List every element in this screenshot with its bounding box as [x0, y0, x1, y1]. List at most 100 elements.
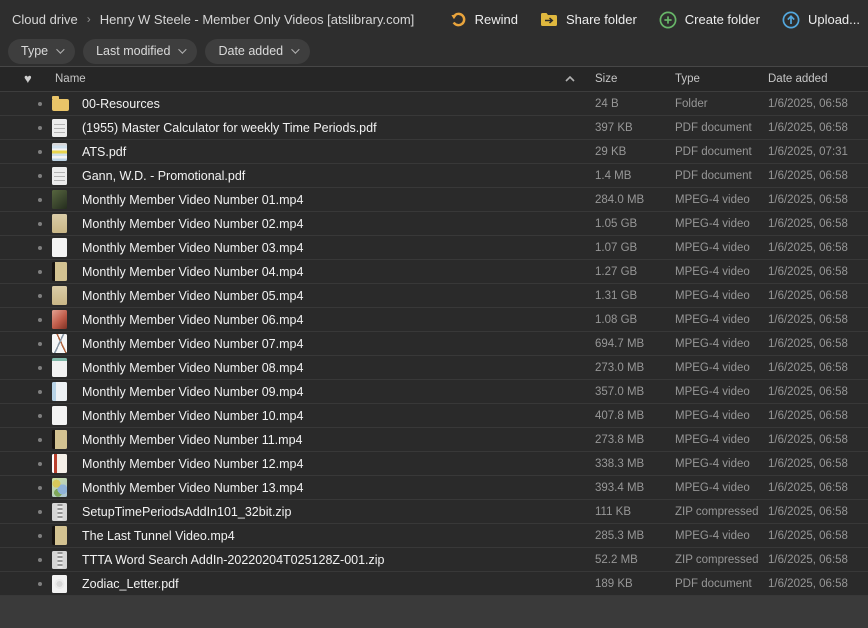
file-date-added: 1/6/2025, 06:58 — [768, 362, 868, 374]
filter-last-modified[interactable]: Last modified — [83, 39, 197, 64]
pdf-stripes-icon — [52, 143, 67, 161]
file-name[interactable]: 00-Resources — [82, 97, 595, 111]
file-type: MPEG-4 video — [675, 386, 768, 398]
row-status-dot-icon — [38, 198, 42, 202]
file-date-added: 1/6/2025, 06:58 — [768, 314, 868, 326]
file-name[interactable]: ATS.pdf — [82, 145, 595, 159]
file-size: 24 B — [595, 98, 675, 110]
file-date-added: 1/6/2025, 06:58 — [768, 170, 868, 182]
breadcrumb-current[interactable]: Henry W Steele - Member Only Videos [ats… — [100, 12, 415, 27]
row-status — [0, 270, 52, 274]
column-header-date-added[interactable]: Date added — [768, 73, 868, 85]
thumb-red-icon — [52, 310, 67, 329]
column-header-type[interactable]: Type — [675, 73, 768, 85]
file-date-added: 1/6/2025, 06:58 — [768, 338, 868, 350]
file-name[interactable]: (1955) Master Calculator for weekly Time… — [82, 121, 595, 135]
file-type: MPEG-4 video — [675, 410, 768, 422]
file-name[interactable]: Monthly Member Video Number 11.mp4 — [82, 433, 595, 447]
file-date-added: 1/6/2025, 06:58 — [768, 290, 868, 302]
chevron-right-icon: › — [87, 12, 91, 26]
file-name[interactable]: TTTA Word Search AddIn-20220204T025128Z-… — [82, 553, 595, 567]
file-name[interactable]: Monthly Member Video Number 12.mp4 — [82, 457, 595, 471]
file-date-added: 1/6/2025, 06:58 — [768, 434, 868, 446]
table-row[interactable]: Monthly Member Video Number 13.mp4 393.4… — [0, 476, 868, 500]
filter-type[interactable]: Type — [8, 39, 75, 64]
chevron-down-icon — [291, 45, 299, 53]
pdf-doc-icon — [52, 167, 67, 185]
thumb-paper-icon — [52, 286, 67, 305]
table-row[interactable]: The Last Tunnel Video.mp4 285.3 MB MPEG-… — [0, 524, 868, 548]
upload-arrow-icon — [782, 11, 800, 29]
file-name[interactable]: Monthly Member Video Number 04.mp4 — [82, 265, 595, 279]
row-status — [0, 342, 52, 346]
column-header-name[interactable]: Name — [55, 73, 565, 85]
table-row[interactable]: Monthly Member Video Number 11.mp4 273.8… — [0, 428, 868, 452]
file-name[interactable]: Monthly Member Video Number 02.mp4 — [82, 217, 595, 231]
filter-date-added-label: Date added — [218, 44, 283, 58]
file-date-added: 1/6/2025, 06:58 — [768, 386, 868, 398]
file-name[interactable]: SetupTimePeriodsAddIn101_32bit.zip — [82, 505, 595, 519]
file-name[interactable]: Gann, W.D. - Promotional.pdf — [82, 169, 595, 183]
file-name[interactable]: Zodiac_Letter.pdf — [82, 577, 595, 591]
table-row[interactable]: Monthly Member Video Number 07.mp4 694.7… — [0, 332, 868, 356]
row-status — [0, 414, 52, 418]
chevron-down-icon — [56, 45, 64, 53]
file-name[interactable]: Monthly Member Video Number 05.mp4 — [82, 289, 595, 303]
file-name[interactable]: Monthly Member Video Number 08.mp4 — [82, 361, 595, 375]
file-size: 1.08 GB — [595, 314, 675, 326]
table-row[interactable]: Monthly Member Video Number 02.mp4 1.05 … — [0, 212, 868, 236]
zip-icon — [52, 551, 67, 569]
file-name[interactable]: Monthly Member Video Number 01.mp4 — [82, 193, 595, 207]
filter-date-added[interactable]: Date added — [205, 39, 310, 64]
file-name[interactable]: Monthly Member Video Number 09.mp4 — [82, 385, 595, 399]
table-row[interactable]: Monthly Member Video Number 04.mp4 1.27 … — [0, 260, 868, 284]
table-row[interactable]: ATS.pdf 29 KB PDF document 1/6/2025, 07:… — [0, 140, 868, 164]
table-row[interactable]: (1955) Master Calculator for weekly Time… — [0, 116, 868, 140]
table-row[interactable]: Monthly Member Video Number 03.mp4 1.07 … — [0, 236, 868, 260]
file-name[interactable]: Monthly Member Video Number 07.mp4 — [82, 337, 595, 351]
file-size: 338.3 MB — [595, 458, 675, 470]
file-type: MPEG-4 video — [675, 242, 768, 254]
row-status-dot-icon — [38, 486, 42, 490]
share-folder-button[interactable]: Share folder — [540, 12, 637, 27]
create-folder-button[interactable]: Create folder — [659, 11, 760, 29]
file-name[interactable]: Monthly Member Video Number 13.mp4 — [82, 481, 595, 495]
file-type: PDF document — [675, 170, 768, 182]
file-name[interactable]: The Last Tunnel Video.mp4 — [82, 529, 595, 543]
file-type: MPEG-4 video — [675, 314, 768, 326]
table-row[interactable]: Monthly Member Video Number 10.mp4 407.8… — [0, 404, 868, 428]
rewind-button[interactable]: Rewind — [450, 11, 518, 28]
table-row[interactable]: Monthly Member Video Number 12.mp4 338.3… — [0, 452, 868, 476]
file-name[interactable]: Monthly Member Video Number 10.mp4 — [82, 409, 595, 423]
sort-ascending-icon[interactable] — [565, 76, 595, 82]
favorite-heart-icon[interactable]: ♥ — [24, 71, 32, 86]
column-header-size[interactable]: Size — [595, 73, 675, 85]
table-row[interactable]: Monthly Member Video Number 01.mp4 284.0… — [0, 188, 868, 212]
table-row[interactable]: Gann, W.D. - Promotional.pdf 1.4 MB PDF … — [0, 164, 868, 188]
upload-button[interactable]: Upload... — [782, 11, 860, 29]
table-row[interactable]: TTTA Word Search AddIn-20220204T025128Z-… — [0, 548, 868, 572]
table-row[interactable]: SetupTimePeriodsAddIn101_32bit.zip 111 K… — [0, 500, 868, 524]
thumb-green-icon — [52, 190, 67, 209]
table-row[interactable]: Monthly Member Video Number 05.mp4 1.31 … — [0, 284, 868, 308]
file-size: 1.27 GB — [595, 266, 675, 278]
row-status-dot-icon — [38, 222, 42, 226]
breadcrumb-root[interactable]: Cloud drive — [12, 12, 78, 27]
table-row[interactable]: Zodiac_Letter.pdf 189 KB PDF document 1/… — [0, 572, 868, 596]
row-status-dot-icon — [38, 246, 42, 250]
file-size: 397 KB — [595, 122, 675, 134]
file-date-added: 1/6/2025, 06:58 — [768, 242, 868, 254]
thumb-white-icon — [52, 238, 67, 257]
table-row[interactable]: Monthly Member Video Number 06.mp4 1.08 … — [0, 308, 868, 332]
table-row[interactable]: 00-Resources 24 B Folder 1/6/2025, 06:58 — [0, 92, 868, 116]
table-row[interactable]: Monthly Member Video Number 09.mp4 357.0… — [0, 380, 868, 404]
table-row[interactable]: Monthly Member Video Number 08.mp4 273.0… — [0, 356, 868, 380]
pdf-zodiac-icon — [52, 575, 67, 593]
create-folder-plus-icon — [659, 11, 677, 29]
file-name[interactable]: Monthly Member Video Number 03.mp4 — [82, 241, 595, 255]
file-size: 189 KB — [595, 578, 675, 590]
file-type: MPEG-4 video — [675, 362, 768, 374]
file-type: MPEG-4 video — [675, 266, 768, 278]
file-size: 1.07 GB — [595, 242, 675, 254]
file-name[interactable]: Monthly Member Video Number 06.mp4 — [82, 313, 595, 327]
